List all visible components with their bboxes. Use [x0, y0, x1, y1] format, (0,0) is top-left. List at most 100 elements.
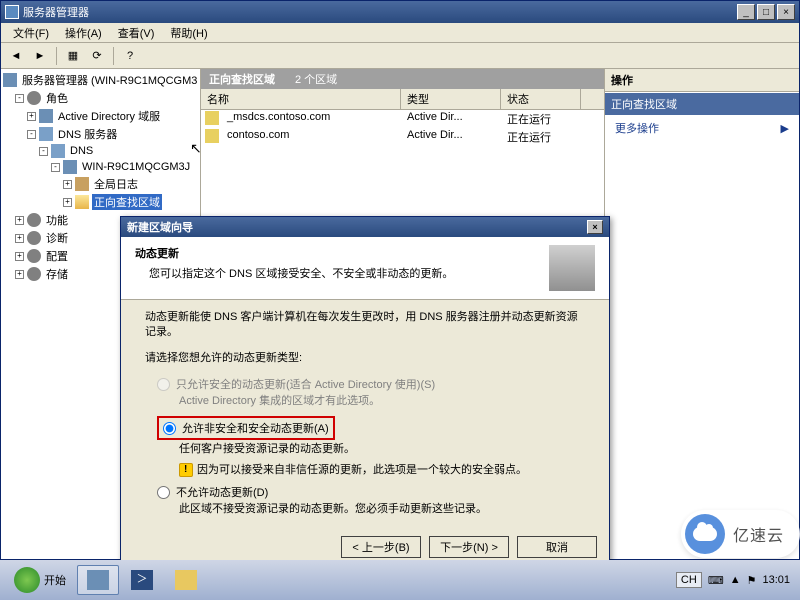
zone-icon — [205, 129, 219, 143]
ad-icon — [39, 109, 53, 123]
col-type[interactable]: 类型 — [401, 89, 501, 109]
start-button[interactable]: 开始 — [4, 563, 76, 597]
dns-server-icon — [39, 127, 53, 141]
dns-icon — [51, 144, 65, 158]
dialog-subheading: 您可以指定这个 DNS 区域接受安全、不安全或非动态的更新。 — [135, 261, 541, 281]
folder-icon — [75, 195, 89, 209]
actions-more[interactable]: 更多操作 ▶ — [605, 116, 799, 140]
radio-secure-only-input — [157, 378, 170, 391]
maximize-button[interactable]: □ — [757, 4, 775, 20]
radio-no-dynamic-input[interactable] — [157, 486, 170, 499]
menu-view[interactable]: 查看(V) — [110, 23, 163, 43]
window-title: 服务器管理器 — [23, 4, 737, 20]
tree-roles[interactable]: - 角色 — [3, 89, 198, 107]
back-button[interactable]: < 上一步(B) — [341, 536, 421, 558]
menu-help[interactable]: 帮助(H) — [162, 23, 215, 43]
back-button[interactable]: ◄ — [5, 45, 27, 67]
cloud-icon — [685, 514, 725, 554]
tray-chevron-icon[interactable]: ▲ — [730, 574, 741, 586]
expander-icon[interactable]: - — [51, 163, 60, 172]
ime-icon[interactable]: ⌨ — [708, 574, 724, 587]
radio-no-dynamic-sub: 此区域不接受资源记录的动态更新。您必须手动更新这些记录。 — [179, 502, 585, 517]
wizard-dialog: 新建区域向导 × 动态更新 您可以指定这个 DNS 区域接受安全、不安全或非动态… — [120, 216, 610, 569]
highlight-box: 允许非安全和安全动态更新(A) — [157, 416, 335, 440]
roles-icon — [27, 91, 41, 105]
next-button[interactable]: 下一步(N) > — [429, 536, 509, 558]
taskbar: 开始 ＞ CH ⌨ ▲ ⚑ 13:01 — [0, 560, 800, 600]
radio-secure-only[interactable]: 只允许安全的动态更新(适合 Active Directory 使用)(S) — [157, 376, 585, 392]
dialog-titlebar[interactable]: 新建区域向导 × — [121, 217, 609, 237]
config-icon — [27, 249, 41, 263]
tree-host[interactable]: - WIN-R9C1MQCGM3J — [3, 159, 198, 175]
expander-icon[interactable]: - — [15, 94, 24, 103]
watermark-text: 亿速云 — [733, 522, 784, 546]
tree-root[interactable]: 服务器管理器 (WIN-R9C1MQCGM3 — [3, 71, 198, 89]
server-image-icon — [549, 245, 595, 291]
task-powershell[interactable]: ＞ — [121, 565, 163, 595]
radio-allow-nonsecure-input[interactable] — [163, 422, 176, 435]
expander-icon[interactable]: + — [63, 198, 72, 207]
log-icon — [75, 177, 89, 191]
radio-no-dynamic[interactable]: 不允许动态更新(D) — [157, 484, 585, 500]
refresh-button[interactable]: ⟳ — [86, 45, 108, 67]
windows-orb-icon — [14, 567, 40, 593]
titlebar[interactable]: 服务器管理器 _ □ × — [1, 1, 799, 23]
warning-icon — [179, 463, 193, 477]
menubar: 文件(F) 操作(A) 查看(V) 帮助(H) — [1, 23, 799, 43]
task-explorer[interactable] — [165, 565, 207, 595]
expander-icon[interactable]: + — [15, 252, 24, 261]
help-button[interactable]: ? — [119, 45, 141, 67]
zone-count: 2 个区域 — [295, 71, 337, 87]
host-icon — [63, 160, 77, 174]
menu-file[interactable]: 文件(F) — [5, 23, 57, 43]
dialog-para2: 请选择您想允许的动态更新类型: — [145, 351, 585, 366]
dialog-header: 动态更新 您可以指定这个 DNS 区域接受安全、不安全或非动态的更新。 — [121, 237, 609, 300]
expander-icon[interactable]: + — [15, 270, 24, 279]
system-tray: CH ⌨ ▲ ⚑ 13:01 — [670, 572, 796, 588]
tree-global-log[interactable]: + 全局日志 — [3, 175, 198, 193]
storage-icon — [27, 267, 41, 281]
col-name[interactable]: 名称 — [201, 89, 401, 109]
radio-secure-only-sub: Active Directory 集成的区域才有此选项。 — [179, 394, 585, 409]
tree-dns-server[interactable]: - DNS 服务器 — [3, 125, 198, 143]
radio-allow-nonsecure-warn: 因为可以接受来自非信任源的更新，此选项是一个较大的安全弱点。 — [179, 463, 585, 478]
dialog-title: 新建区域向导 — [127, 219, 193, 235]
dialog-close-button[interactable]: × — [587, 220, 603, 234]
list-row[interactable]: contoso.com Active Dir... 正在运行 — [201, 128, 604, 146]
expander-icon[interactable]: + — [63, 180, 72, 189]
radio-allow-nonsecure-sub: 任何客户接受资源记录的动态更新。 — [179, 442, 585, 457]
tree-dns[interactable]: - DNS — [3, 143, 198, 159]
expander-icon[interactable]: - — [27, 130, 36, 139]
expander-icon[interactable]: + — [15, 216, 24, 225]
center-title: 正向查找区域 — [209, 71, 275, 87]
language-indicator[interactable]: CH — [676, 572, 702, 588]
radio-allow-nonsecure[interactable]: 允许非安全和安全动态更新(A) — [163, 420, 329, 436]
col-status[interactable]: 状态 — [501, 89, 581, 109]
details-button[interactable]: ▦ — [62, 45, 84, 67]
center-header: 正向查找区域 2 个区域 — [201, 69, 604, 89]
dialog-heading: 动态更新 — [135, 245, 541, 261]
expander-icon[interactable]: + — [27, 112, 36, 121]
minimize-button[interactable]: _ — [737, 4, 755, 20]
clock[interactable]: 13:01 — [762, 574, 790, 586]
action-center-icon[interactable]: ⚑ — [747, 574, 757, 587]
list-header: 名称 类型 状态 — [201, 89, 604, 110]
menu-action[interactable]: 操作(A) — [57, 23, 110, 43]
close-button[interactable]: × — [777, 4, 795, 20]
forward-button[interactable]: ► — [29, 45, 51, 67]
chevron-right-icon: ▶ — [781, 122, 789, 135]
watermark: 亿速云 — [681, 510, 800, 558]
expander-icon[interactable]: - — [39, 147, 48, 156]
actions-section: 正向查找区域 — [605, 93, 799, 115]
diagnostics-icon — [27, 231, 41, 245]
list-row[interactable]: _msdcs.contoso.com Active Dir... 正在运行 — [201, 110, 604, 128]
dialog-para1: 动态更新能使 DNS 客户端计算机在每次发生更改时，用 DNS 服务器注册并动态… — [145, 310, 585, 341]
actions-pane: 操作 正向查找区域 更多操作 ▶ — [604, 69, 799, 559]
expander-icon[interactable]: + — [15, 234, 24, 243]
tree-forward-zone[interactable]: + 正向查找区域 — [3, 193, 198, 211]
tree-ad[interactable]: + Active Directory 域服 — [3, 107, 198, 125]
dialog-body: 动态更新能使 DNS 客户端计算机在每次发生更改时，用 DNS 服务器注册并动态… — [121, 300, 609, 530]
cancel-button[interactable]: 取消 — [517, 536, 597, 558]
task-server-manager[interactable] — [77, 565, 119, 595]
app-icon — [5, 5, 19, 19]
